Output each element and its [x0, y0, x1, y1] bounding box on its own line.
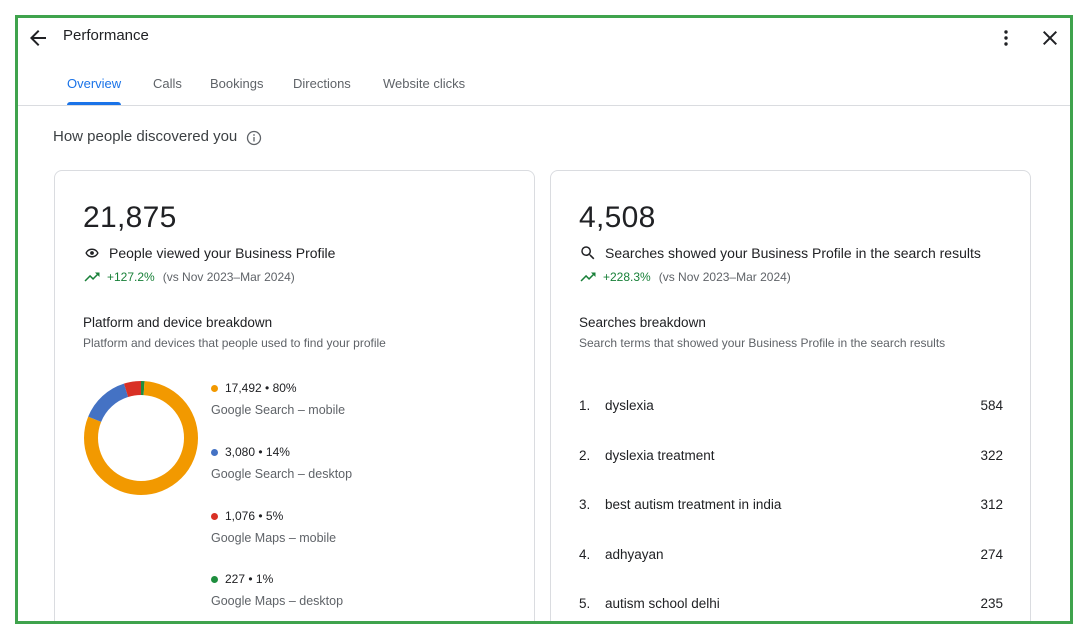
search-rank: 5.: [579, 595, 591, 611]
tab-calls[interactable]: Calls: [153, 72, 182, 105]
searches-breakdown-desc: Search terms that showed your Business P…: [579, 336, 946, 350]
profile-views-trend: +127.2% (vs Nov 2023–Mar 2024): [83, 268, 295, 286]
legend-value: 1,076 • 5%: [225, 509, 284, 523]
search-rank: 4.: [579, 546, 591, 562]
section-title: How people discovered you: [53, 128, 238, 145]
legend-dot: [211, 512, 218, 520]
tab-overview[interactable]: Overview: [67, 72, 122, 105]
search-rank: 1.: [579, 397, 591, 413]
info-button[interactable]: [246, 130, 262, 146]
profile-views-trend-pct: +127.2%: [107, 270, 155, 284]
performance-panel: Performance Overview Calls Bookings Dire…: [15, 15, 1073, 624]
tab-website-clicks[interactable]: Website clicks: [383, 72, 465, 105]
legend-label: Google Search – mobile: [211, 403, 346, 417]
search-count: 274: [980, 546, 1003, 562]
search-count: 584: [980, 397, 1003, 413]
legend-dot: [211, 384, 218, 392]
tab-directions[interactable]: Directions: [293, 72, 351, 105]
searches-metric: Searches showed your Business Profile in…: [579, 243, 981, 263]
profile-views-label: People viewed your Business Profile: [109, 245, 336, 261]
close-icon: [1043, 31, 1057, 45]
back-button[interactable]: [26, 26, 50, 50]
searches-trend-period: (vs Nov 2023–Mar 2024): [658, 270, 791, 284]
list-item: 4. adhyayan 274: [579, 544, 1003, 564]
profile-views-value: 21,875: [83, 201, 177, 234]
search-count: 235: [980, 595, 1003, 611]
search-count: 312: [980, 496, 1003, 512]
searches-value: 4,508: [579, 201, 656, 234]
legend-label: Google Maps – desktop: [211, 594, 344, 608]
legend-item-maps-mobile: 1,076 • 5% Google Maps – mobile: [211, 509, 336, 545]
main-content: How people discovered you 21,875 People …: [18, 106, 1070, 621]
search-icon: [581, 246, 595, 260]
trending-up-icon: [84, 272, 100, 282]
info-icon: [246, 130, 262, 146]
tab-bookings[interactable]: Bookings: [210, 72, 263, 105]
arrow-back-icon: [30, 30, 46, 46]
list-item: 3. best autism treatment in india 312: [579, 494, 1003, 514]
legend-dot: [211, 575, 218, 583]
searches-breakdown-title: Searches breakdown: [579, 315, 706, 330]
search-term: adhyayan: [605, 546, 664, 562]
legend-item-search-desktop: 3,080 • 14% Google Search – desktop: [211, 445, 352, 481]
page-title: Performance: [63, 27, 149, 44]
legend-value: 3,080 • 14%: [225, 445, 290, 459]
search-term: dyslexia treatment: [605, 447, 715, 463]
panel-header: Performance Overview Calls Bookings Dire…: [18, 18, 1070, 106]
trending-up-icon: [580, 272, 596, 282]
close-button[interactable]: [1038, 26, 1062, 50]
search-rank: 3.: [579, 496, 591, 512]
more-vert-icon: [1004, 30, 1008, 46]
profile-views-metric: People viewed your Business Profile: [83, 243, 335, 263]
search-term: dyslexia: [605, 397, 654, 413]
list-item: 2. dyslexia treatment 322: [579, 445, 1003, 465]
eye-icon: [85, 248, 99, 258]
legend-value: 17,492 • 80%: [225, 381, 297, 395]
platform-breakdown-desc: Platform and devices that people used to…: [83, 336, 386, 350]
more-options-button[interactable]: [994, 26, 1018, 50]
search-term: best autism treatment in india: [605, 496, 782, 512]
profile-views-card: 21,875 People viewed your Business Profi…: [54, 170, 535, 621]
legend-value: 227 • 1%: [225, 572, 274, 586]
platform-donut-chart: [84, 381, 198, 495]
platform-breakdown-title: Platform and device breakdown: [83, 315, 273, 330]
searches-label: Searches showed your Business Profile in…: [605, 245, 981, 261]
legend-item-maps-desktop: 227 • 1% Google Maps – desktop: [211, 572, 343, 608]
list-item: 1. dyslexia 584: [579, 395, 1003, 415]
legend-dot: [211, 448, 218, 456]
search-rank: 2.: [579, 447, 591, 463]
legend-label: Google Search – desktop: [211, 467, 353, 481]
legend-item-search-mobile: 17,492 • 80% Google Search – mobile: [211, 381, 345, 417]
searches-trend: +228.3% (vs Nov 2023–Mar 2024): [579, 268, 791, 286]
legend-label: Google Maps – mobile: [211, 531, 337, 545]
search-count: 322: [980, 447, 1003, 463]
list-item: 5. autism school delhi 235: [579, 593, 1003, 613]
searches-card: 4,508 Searches showed your Business Prof…: [550, 170, 1031, 621]
search-term: autism school delhi: [605, 595, 720, 611]
searches-trend-pct: +228.3%: [603, 270, 651, 284]
profile-views-trend-period: (vs Nov 2023–Mar 2024): [162, 270, 295, 284]
